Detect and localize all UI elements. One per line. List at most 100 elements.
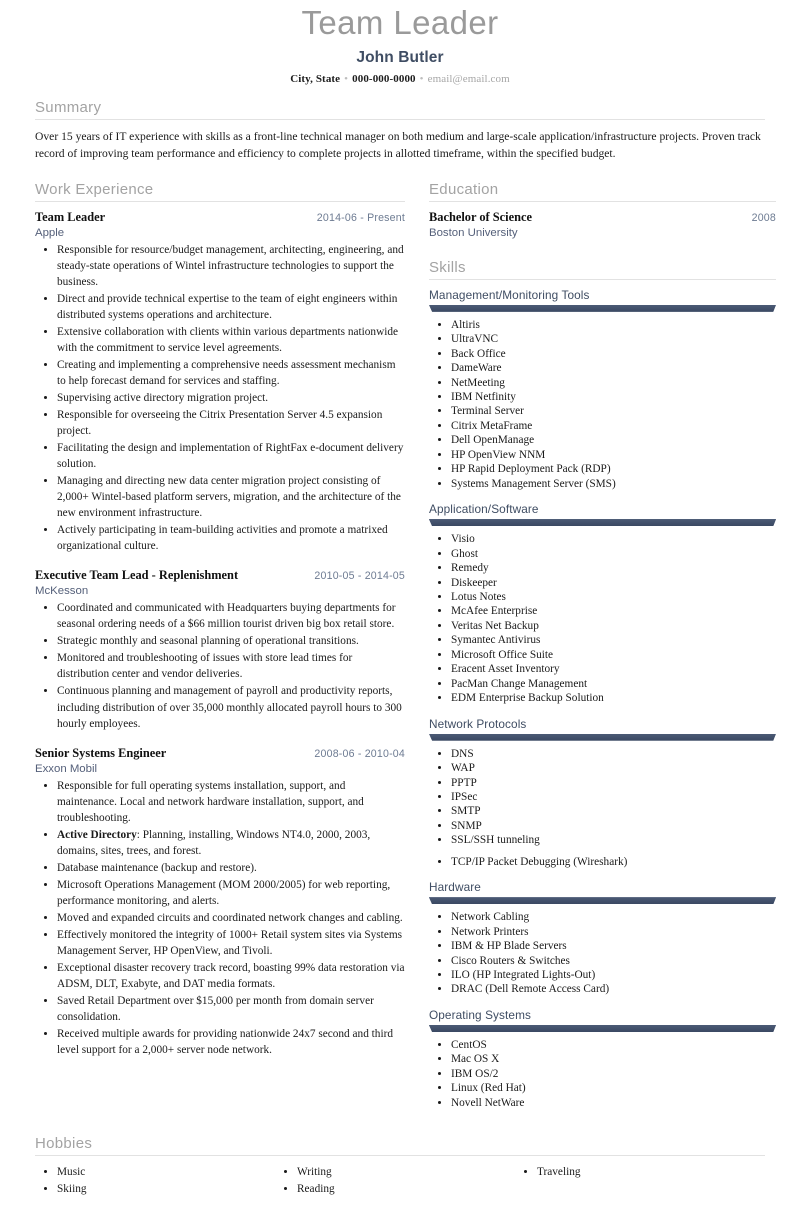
skill-category-label: Management/Monitoring Tools (429, 287, 590, 302)
skill-category-label: Application/Software (429, 502, 539, 517)
job-title: Senior Systems Engineer (35, 745, 167, 760)
hobby-list: WritingReading (275, 1164, 515, 1197)
job-bullet: Facilitating the design and implementati… (57, 440, 405, 472)
skill-item: Diskeeper (451, 576, 776, 590)
job-entry: Senior Systems Engineer 2008-06 - 2010-04… (35, 746, 405, 1059)
job-entry: Team Leader 2014-06 - Present Apple Respons… (35, 210, 405, 555)
skill-item-list: AltirisUltraVNCBack OfficeDameWareNetMee… (429, 318, 776, 491)
skill-ribbon-bar (429, 1024, 776, 1032)
education-list: Bachelor of Science 2008 Boston University (429, 210, 776, 239)
skill-item: Visio (451, 532, 776, 546)
job-bullet: Managing and directing new data center m… (57, 473, 405, 521)
work-experience-heading: Work Experience (35, 181, 405, 202)
hobby-column: MusicSkiing (35, 1164, 275, 1197)
job-header-row: Team Leader 2014-06 - Present (35, 210, 405, 225)
skill-item: DameWare (451, 361, 776, 375)
contact-location: City, State (290, 72, 341, 85)
skill-category-label: Network Protocols (429, 716, 527, 731)
skill-item: Lotus Notes (451, 590, 776, 604)
skill-item-list: DNSWAPPPTPIPSecSMTPSNMPSSL/SSH tunneling… (429, 747, 776, 870)
contact-line: City, State • 000-000-0000 • email@email.com (35, 73, 765, 85)
hobby-list: Traveling (515, 1164, 755, 1180)
skill-item: TCP/IP Packet Debugging (Wireshark) (451, 855, 776, 869)
skill-ribbon-bar (429, 897, 776, 905)
education-school: Boston University (429, 226, 518, 239)
resume-page: Team Leader John Butler City, State • 000-… (0, 0, 800, 1207)
job-bullet: Creating and implementing a comprehensiv… (57, 357, 405, 389)
skill-category-label: Hardware (429, 880, 481, 895)
skill-item: Altiris (451, 318, 776, 332)
job-entry: Executive Team Lead - Replenishment 2010-… (35, 568, 405, 731)
contact-phone[interactable]: 000-000-0000 (352, 73, 416, 85)
skill-ribbon-bar (429, 733, 776, 741)
job-date-range: 2010-05 - 2014-05 (314, 570, 405, 583)
skill-item: CentOS (451, 1038, 776, 1052)
education-header-row: Bachelor of Science 2008 (429, 210, 776, 225)
hobbies-heading: Hobbies (35, 1135, 765, 1157)
job-bullet: Effectively monitored the integrity of 1… (57, 927, 405, 959)
job-bullet: Responsible for overseeing the Citrix Pr… (57, 407, 405, 439)
skills-list: Management/Monitoring Tools AltirisUltraV… (429, 288, 776, 1110)
job-bullet: Saved Retail Department over $15,000 per… (57, 993, 405, 1025)
hobby-item: Skiing (57, 1181, 275, 1197)
skill-group: Hardware Network CablingNetwork PrintersI… (429, 880, 776, 997)
skill-item: IPSec (451, 790, 776, 804)
left-column: Work Experience Team Leader 2014-06 - Pre… (35, 181, 405, 1072)
hobby-item: Writing (297, 1164, 515, 1180)
skill-ribbon-bar (429, 519, 776, 527)
job-bullet: Coordinated and communicated with Headqu… (57, 600, 405, 632)
body-columns: Work Experience Team Leader 2014-06 - Pre… (35, 181, 776, 1121)
education-degree: Bachelor of Science (429, 209, 533, 224)
skill-item: IBM OS/2 (451, 1067, 776, 1081)
skill-item: Eracent Asset Inventory (451, 662, 776, 676)
job-bullet: Supervising active directory migration p… (57, 390, 405, 406)
job-bullet-list: Responsible for resource/budget manageme… (35, 242, 405, 555)
job-list: Team Leader 2014-06 - Present Apple Respons… (35, 210, 405, 1058)
job-title: Executive Team Lead - Replenishment (35, 568, 239, 583)
skill-item: HP OpenView NNM (451, 448, 776, 462)
skill-item: Mac OS X (451, 1052, 776, 1066)
hobby-item: Traveling (537, 1164, 755, 1180)
skill-item: IBM & HP Blade Servers (451, 939, 776, 953)
job-bullet: Continuous planning and management of pa… (57, 683, 405, 731)
skill-item: McAfee Enterprise (451, 604, 776, 618)
skill-item: HP Rapid Deployment Pack (RDP) (451, 462, 776, 476)
hobby-item: Music (57, 1164, 275, 1180)
skill-item: SSL/SSH tunneling (451, 833, 776, 847)
skill-item: Back Office (451, 347, 776, 361)
hobby-list: MusicSkiing (35, 1164, 275, 1197)
contact-email[interactable]: email@email.com (428, 73, 510, 85)
hobbies-columns: MusicSkiingWritingReading Traveling (35, 1164, 765, 1197)
skill-item: Remedy (451, 561, 776, 575)
skill-item: DNS (451, 747, 776, 761)
hobby-column: WritingReading (275, 1164, 515, 1197)
job-bullet: Received multiple awards for providing n… (57, 1026, 405, 1058)
job-title: Team Leader (35, 209, 106, 224)
job-bullet: Moved and expanded circuits and coordina… (57, 910, 405, 926)
skill-item: NetMeeting (451, 376, 776, 390)
skill-item-list: Network CablingNetwork PrintersIBM & HP … (429, 910, 776, 997)
education-year: 2008 (751, 211, 776, 224)
job-bullet: Direct and provide technical expertise t… (57, 291, 405, 323)
skill-item: Novell NetWare (451, 1096, 776, 1110)
hobbies-section: Hobbies MusicSkiingWritingReading Traveli… (35, 1135, 765, 1197)
skill-item: IBM Netfinity (451, 390, 776, 404)
contact-separator-2: • (419, 72, 424, 85)
job-bullet: Microsoft Operations Management (MOM 200… (57, 877, 405, 909)
skill-item: Microsoft Office Suite (451, 648, 776, 662)
job-bullet: Database maintenance (backup and restore… (57, 860, 405, 876)
job-bullet: Responsible for resource/budget manageme… (57, 242, 405, 290)
skill-item: Symantec Antivirus (451, 633, 776, 647)
skill-item: Terminal Server (451, 404, 776, 418)
skill-ribbon-bar (429, 304, 776, 312)
contact-separator-1: • (344, 72, 349, 85)
skill-item: DRAC (Dell Remote Access Card) (451, 982, 776, 996)
job-bullet: Responsible for full operating systems i… (57, 778, 405, 826)
job-date-range: 2008-06 - 2010-04 (314, 747, 405, 760)
skill-item: UltraVNC (451, 332, 776, 346)
job-bullet: Monitored and troubleshooting of issues … (57, 650, 405, 682)
skill-item: EDM Enterprise Backup Solution (451, 691, 776, 705)
skill-item: Citrix MetaFrame (451, 419, 776, 433)
summary-text: Over 15 years of IT experience with skil… (35, 129, 761, 161)
skill-category-label: Operating Systems (429, 1007, 532, 1022)
